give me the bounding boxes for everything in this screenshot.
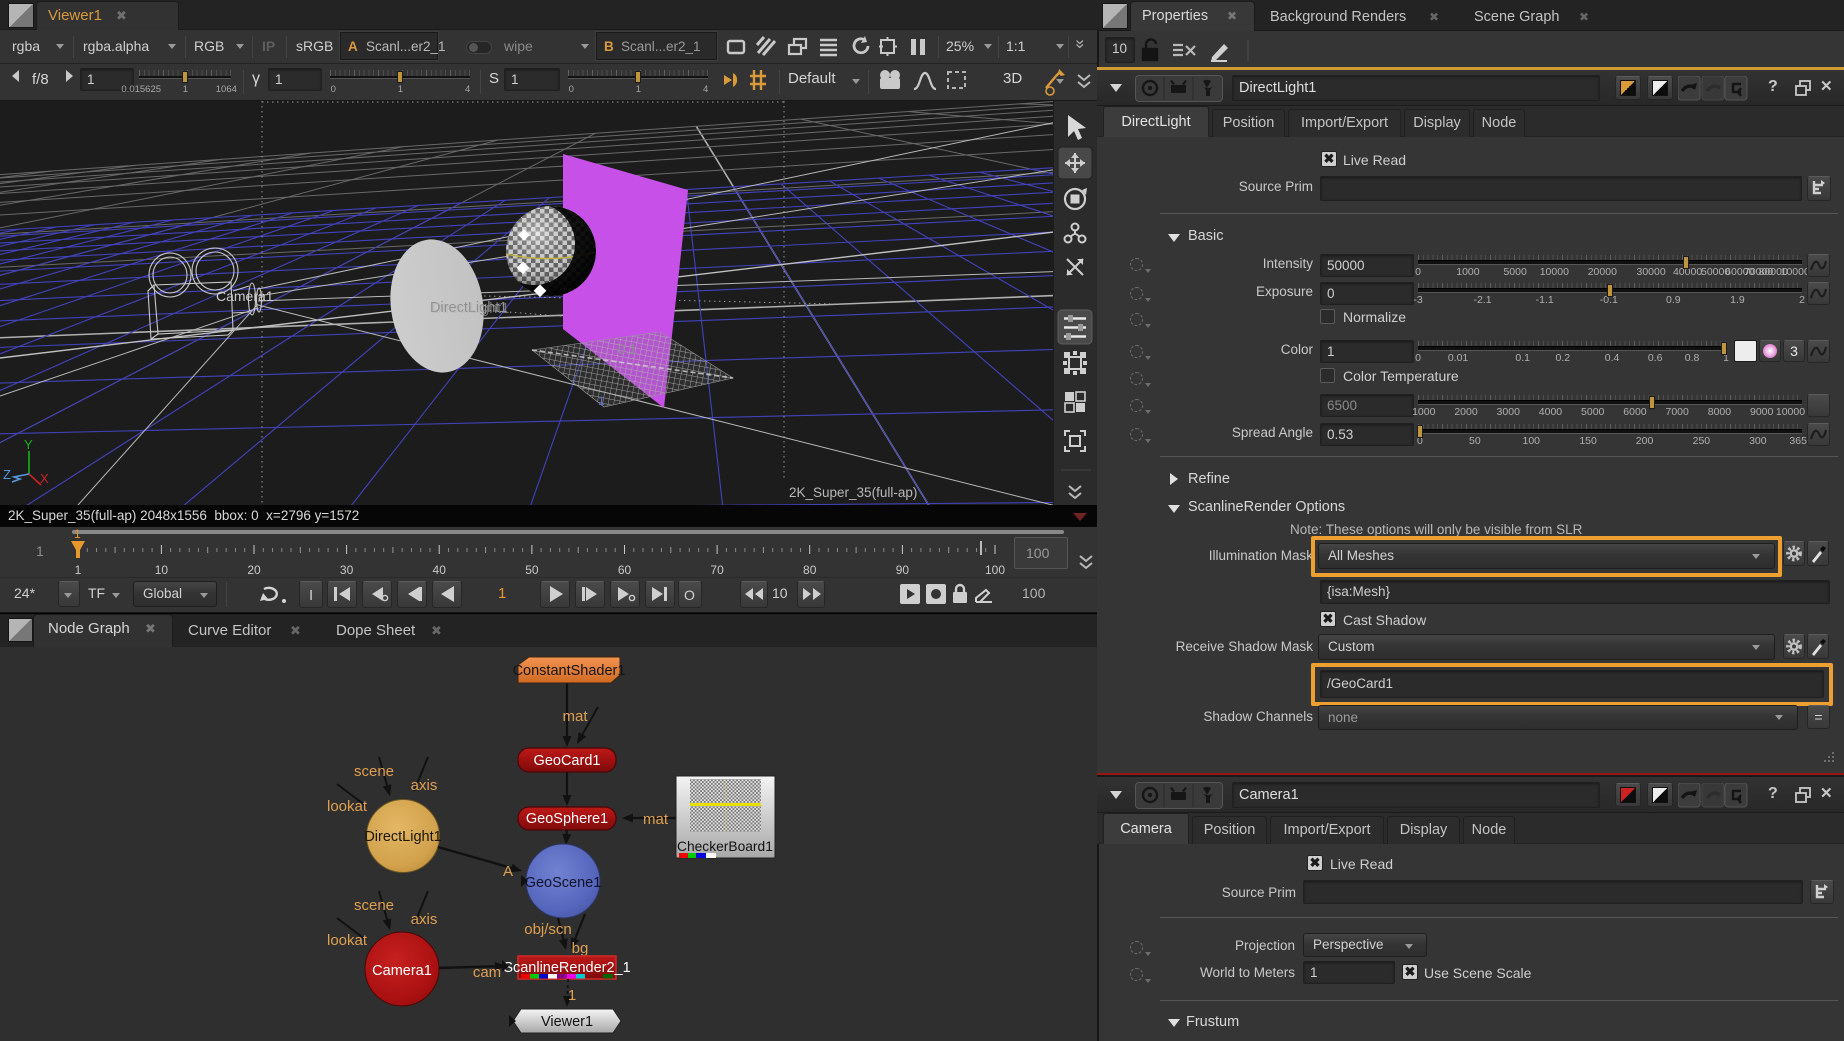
svg-text:1: 1: [568, 987, 576, 1004]
svg-text:Viewer1: Viewer1: [541, 1014, 593, 1030]
svg-text:40: 40: [433, 563, 447, 577]
svg-text:GeoSphere1: GeoSphere1: [526, 811, 608, 827]
svg-text:scene: scene: [354, 763, 394, 780]
svg-text:100: 100: [985, 563, 1005, 577]
svg-text:Y: Y: [24, 437, 33, 452]
svg-text:0.1: 0.1: [618, 342, 637, 357]
svg-text:20: 20: [247, 563, 261, 577]
svg-text:DirectLight1: DirectLight1: [432, 301, 509, 317]
svg-text:cam: cam: [473, 964, 501, 981]
svg-text:ConstantShader1: ConstantShader1: [513, 663, 626, 679]
svg-text:Z: Z: [3, 467, 11, 482]
svg-text:ScanlineRender2_1: ScanlineRender2_1: [503, 960, 630, 976]
svg-text:mat: mat: [562, 708, 588, 725]
svg-text:Camera1: Camera1: [372, 963, 432, 979]
svg-text:mat: mat: [643, 811, 669, 828]
svg-text:50: 50: [525, 563, 539, 577]
svg-text:10: 10: [155, 563, 169, 577]
svg-text:lookat: lookat: [327, 798, 368, 815]
svg-text:1: 1: [74, 527, 81, 541]
svg-text:80: 80: [803, 563, 817, 577]
svg-text:1: 1: [75, 563, 82, 577]
svg-text:O: O: [684, 587, 695, 603]
svg-text:CheckerBoard1: CheckerBoard1: [677, 839, 773, 854]
svg-text:90: 90: [896, 563, 910, 577]
svg-text:GeoScene1: GeoScene1: [525, 875, 602, 891]
svg-text:lookat: lookat: [327, 932, 368, 949]
svg-text:scene: scene: [354, 897, 394, 914]
svg-text:GeoCard1: GeoCard1: [534, 753, 601, 769]
svg-text:axis: axis: [411, 777, 438, 794]
svg-text:30: 30: [340, 563, 354, 577]
svg-text:Camera1: Camera1: [216, 288, 274, 304]
svg-text:60: 60: [618, 563, 632, 577]
svg-text:2K_Super_35(full-ap): 2K_Super_35(full-ap): [789, 485, 917, 500]
svg-text:DirectLight1: DirectLight1: [364, 829, 441, 845]
svg-text:axis: axis: [411, 911, 438, 928]
svg-text:bg: bg: [572, 940, 589, 957]
svg-text:I: I: [309, 587, 313, 604]
svg-text:obj/scn: obj/scn: [524, 921, 572, 938]
svg-text:1: 1: [598, 394, 605, 408]
svg-text:X: X: [40, 471, 49, 486]
svg-text:A: A: [503, 863, 513, 880]
svg-text:70: 70: [710, 563, 724, 577]
